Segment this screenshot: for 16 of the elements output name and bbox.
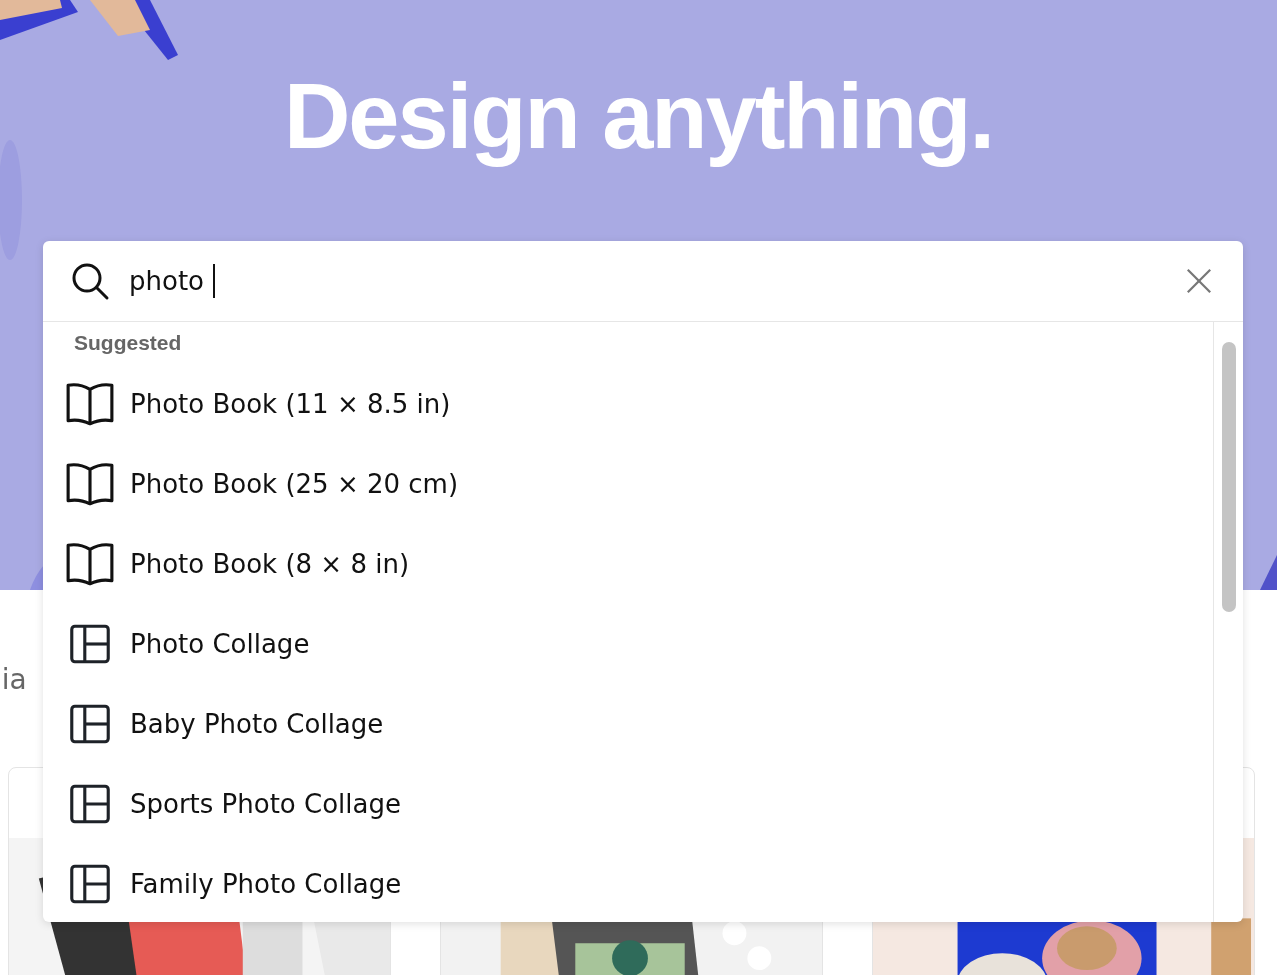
suggestion-item[interactable]: Photo Book (8 × 8 in) <box>130 549 410 579</box>
suggestion-item[interactable]: Family Photo Collage <box>130 869 402 899</box>
suggestion-item[interactable]: Sports Photo Collage <box>130 789 401 819</box>
suggestion-item[interactable]: Baby Photo Collage <box>130 709 384 739</box>
search-icon <box>70 261 110 301</box>
section-heading: Suggested <box>73 330 183 356</box>
search-field[interactable]: photo <box>129 264 213 298</box>
suggestion-item[interactable]: Photo Collage <box>130 629 310 659</box>
book-icon <box>65 461 115 507</box>
scrollbar-thumb[interactable] <box>1221 342 1236 612</box>
book-icon <box>65 381 115 427</box>
suggestion-item[interactable]: Photo Book (25 × 20 cm) <box>130 469 459 499</box>
book-icon <box>65 541 115 587</box>
suggestion-item[interactable]: Photo Book (11 × 8.5 in) <box>130 389 451 419</box>
heading-fragment: lia <box>0 663 27 696</box>
hero-title: Design anything. <box>283 66 994 166</box>
